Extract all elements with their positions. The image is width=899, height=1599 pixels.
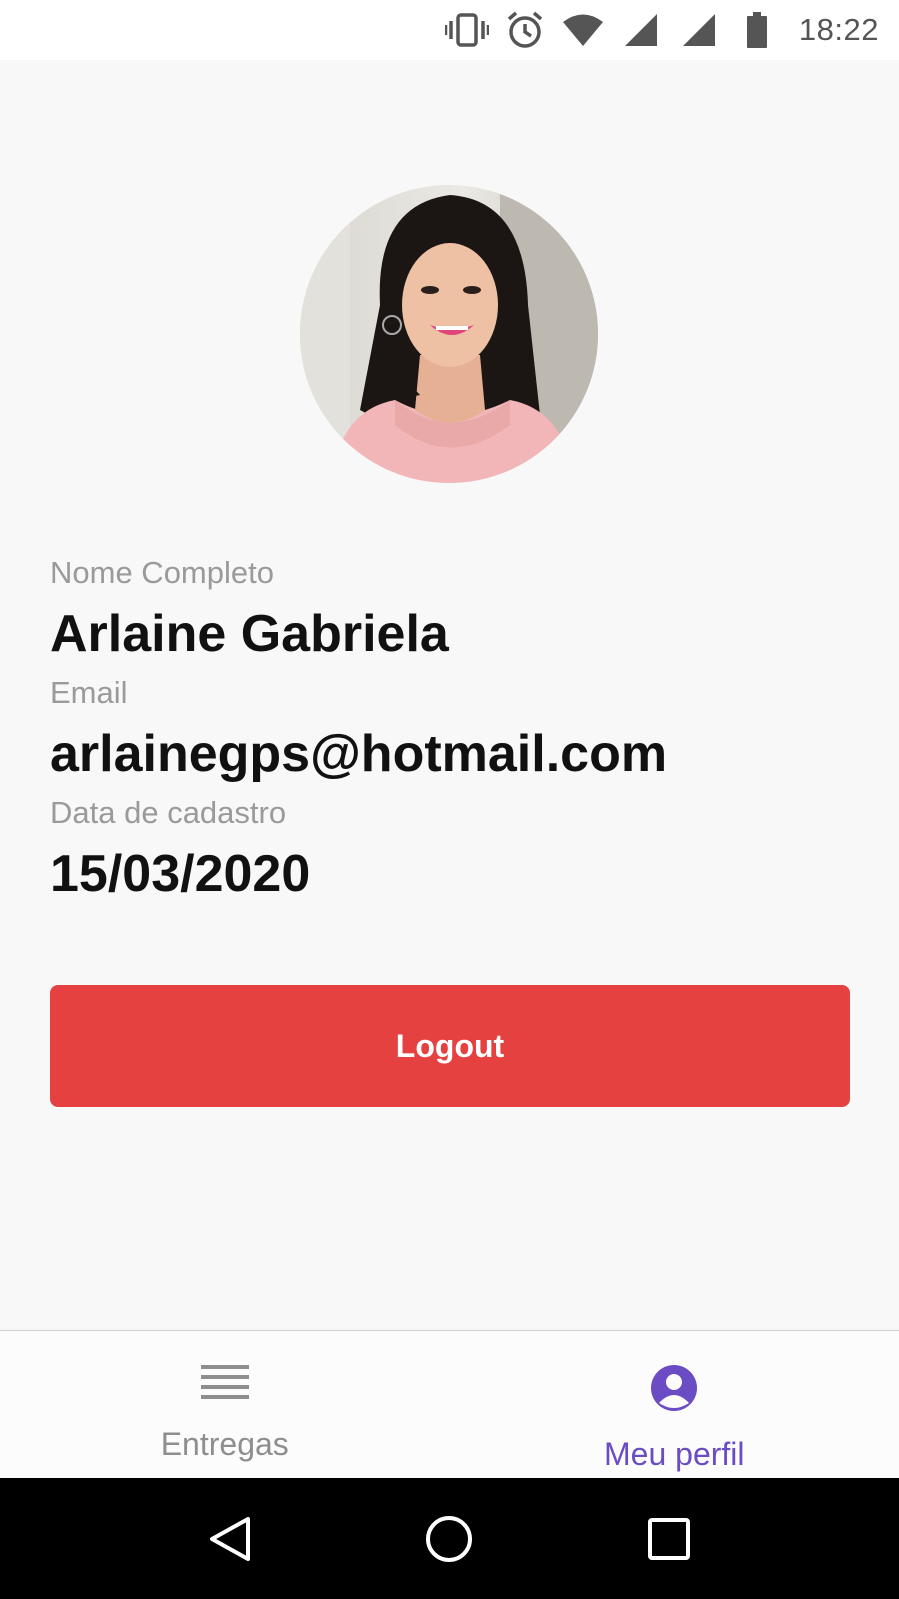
wifi-icon [561, 8, 605, 52]
tab-entregas-label: Entregas [160, 1426, 289, 1462]
tab-meu-perfil[interactable]: Meu perfil [450, 1331, 899, 1478]
profile-photo [300, 185, 598, 483]
signup-date-label: Data de cadastro [50, 795, 287, 830]
status-time: 18:22 [798, 12, 879, 47]
logout-button[interactable]: Logout [50, 985, 850, 1107]
tab-entregas[interactable]: Entregas [0, 1331, 450, 1478]
signup-date-value: 15/03/2020 [50, 845, 311, 903]
home-icon[interactable] [419, 1509, 479, 1569]
status-bar: 18:22 [0, 0, 899, 60]
bottom-tab-bar: Entregas Meu perfil [0, 1330, 899, 1478]
recents-icon[interactable] [639, 1509, 699, 1569]
list-icon [200, 1363, 249, 1408]
full-name-value: Arlaine Gabriela [50, 605, 449, 663]
email-label: Email [50, 675, 128, 710]
signal-icon [619, 8, 663, 52]
alarm-icon [503, 8, 547, 52]
battery-icon [735, 8, 779, 52]
profile-screen: Nome Completo Arlaine Gabriela Email arl… [0, 60, 899, 1330]
tab-meu-perfil-label: Meu perfil [604, 1436, 745, 1472]
full-name-label: Nome Completo [50, 555, 274, 590]
system-nav-bar [0, 1478, 899, 1599]
back-icon[interactable] [200, 1509, 260, 1569]
user-circle-icon [649, 1363, 699, 1418]
vibrate-icon [444, 8, 489, 52]
signal-icon-2 [677, 8, 721, 52]
email-value: arlainegps@hotmail.com [50, 725, 668, 783]
